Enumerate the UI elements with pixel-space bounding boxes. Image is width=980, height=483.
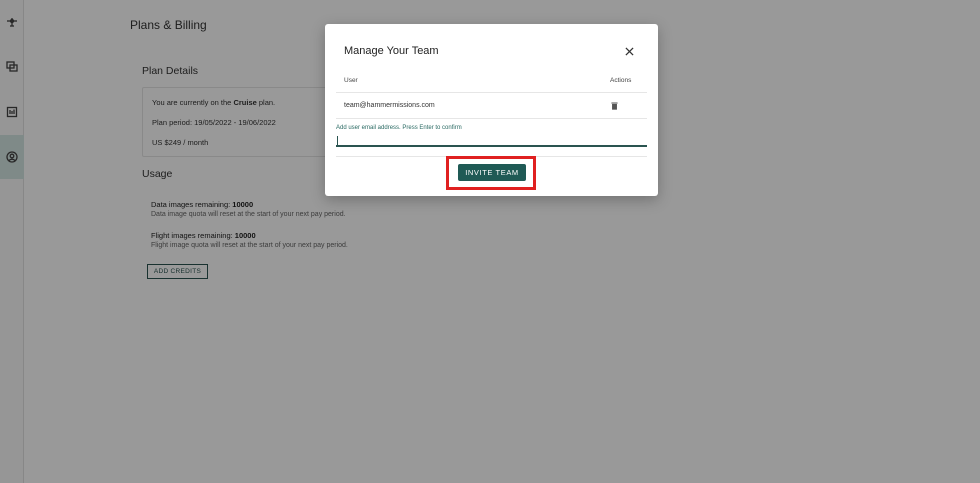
delete-member-button[interactable] <box>610 101 619 111</box>
modal-title: Manage Your Team <box>344 45 439 57</box>
close-button[interactable] <box>623 45 635 57</box>
column-header-user: User <box>344 77 358 84</box>
column-header-actions: Actions <box>610 77 632 84</box>
email-field-label: Add user email address. Press Enter to c… <box>336 125 462 131</box>
divider <box>336 92 647 93</box>
team-member-email: team@hammermissions.com <box>344 102 435 109</box>
trash-icon <box>611 102 618 110</box>
highlight-annotation <box>446 156 536 190</box>
email-field[interactable] <box>336 134 647 147</box>
close-icon <box>624 46 634 56</box>
divider <box>336 118 647 119</box>
text-cursor <box>337 136 338 145</box>
